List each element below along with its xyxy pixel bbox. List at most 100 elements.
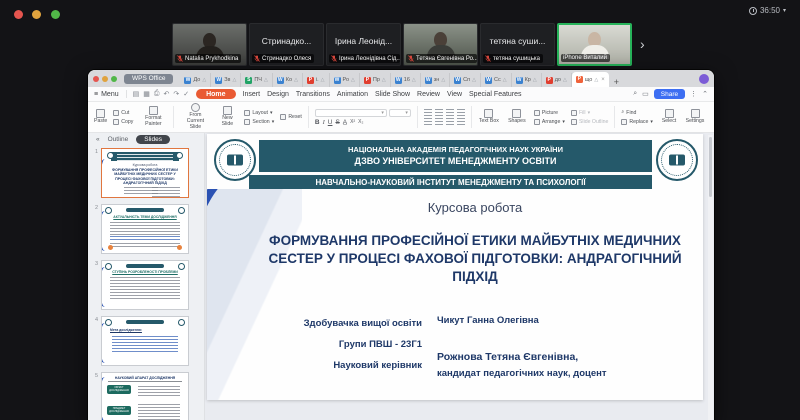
- document-tab[interactable]: Pдо△: [542, 73, 572, 87]
- superscript-button[interactable]: X²: [350, 119, 355, 125]
- italic-button[interactable]: I: [323, 119, 325, 126]
- participant-tile[interactable]: тетяна суши... тетяна сушицька: [480, 23, 555, 66]
- tab-transitions[interactable]: Transitions: [296, 91, 330, 98]
- tab-slides[interactable]: Slides: [136, 135, 170, 144]
- document-tab[interactable]: W16△: [391, 73, 421, 87]
- participant-tile[interactable]: Тетяна Євгенівна Ро...: [403, 23, 478, 66]
- print-icon[interactable]: ⎙: [154, 90, 160, 98]
- layout-button[interactable]: Layout ▾: [244, 110, 274, 116]
- participant-tile[interactable]: Ірина Леонід... Ірина Леонідівна Сід...: [326, 23, 401, 66]
- settings-button[interactable]: Settings: [685, 109, 705, 125]
- document-tab[interactable]: WКо△: [273, 73, 303, 87]
- tab-slide-show[interactable]: Slide Show: [375, 91, 410, 98]
- minimize-button[interactable]: [32, 10, 41, 19]
- tab-animation[interactable]: Animation: [337, 91, 368, 98]
- reset-button[interactable]: Reset: [280, 114, 302, 120]
- search-icon[interactable]: ⌕: [633, 90, 637, 98]
- justify-button[interactable]: [457, 118, 465, 125]
- participant-tile-active-speaker[interactable]: iPhone Виталий: [557, 23, 632, 66]
- collapse-ribbon-icon[interactable]: ⌃: [702, 90, 708, 98]
- section-button[interactable]: Section ▾: [244, 119, 274, 125]
- tab-outline[interactable]: Outline: [108, 136, 129, 143]
- chevron-down-icon: ▾: [783, 7, 786, 14]
- tab-design[interactable]: Design: [267, 91, 289, 98]
- strikethrough-button[interactable]: S: [335, 119, 339, 126]
- slide-thumbnail-4[interactable]: Мета дослідження:: [101, 316, 189, 366]
- tab-review[interactable]: Review: [417, 91, 440, 98]
- header-university-line: ДЗВО УНІВЕРСИТЕТ МЕНЕДЖМЕНТУ ОСВІТИ: [259, 156, 652, 166]
- account-avatar[interactable]: [699, 74, 709, 84]
- select-button[interactable]: Select: [659, 109, 679, 125]
- share-button[interactable]: Share: [654, 89, 685, 99]
- font-family-select[interactable]: ▾: [315, 109, 387, 117]
- increase-indent-button[interactable]: [457, 109, 465, 116]
- picture-button[interactable]: Picture: [534, 110, 565, 116]
- close-button[interactable]: [14, 10, 23, 19]
- replace-button[interactable]: Replace ▾: [621, 119, 653, 125]
- menu-button[interactable]: ≡Menu: [94, 91, 119, 98]
- font-color-button[interactable]: A̲: [343, 119, 347, 126]
- close-tab-icon[interactable]: ×: [601, 77, 605, 83]
- slide-thumbnail-3[interactable]: СТУПІНЬ РОЗРОБЛЕНОСТІ ПРОБЛЕМИ: [101, 260, 189, 310]
- document-tab[interactable]: WРо△: [330, 73, 360, 87]
- next-participants-button[interactable]: ›: [640, 36, 645, 52]
- cut-button[interactable]: Cut: [113, 110, 133, 116]
- document-tab[interactable]: Pі.△: [303, 73, 330, 87]
- underline-button[interactable]: U: [328, 119, 333, 126]
- maximize-button[interactable]: [51, 10, 60, 19]
- spellcheck-icon[interactable]: ✓: [183, 90, 189, 98]
- wps-close-button[interactable]: [93, 76, 99, 82]
- document-tab[interactable]: WЗв△: [211, 73, 241, 87]
- find-button[interactable]: ⌕Find: [621, 109, 653, 116]
- slide-thumbnail-1-selected[interactable]: Курсова робота ФОРМУВАННЯ ПРОФЕСІЙНОЇ ЕТ…: [101, 148, 189, 198]
- tab-view[interactable]: View: [447, 91, 462, 98]
- bullets-button[interactable]: [424, 109, 432, 116]
- align-left-button[interactable]: [424, 118, 432, 125]
- open-icon[interactable]: ▤: [133, 90, 140, 98]
- redo-icon[interactable]: ↷: [173, 90, 179, 98]
- participant-tile[interactable]: Natalia Prykhodkina: [172, 23, 247, 66]
- from-current-slide-button[interactable]: From Current Slide: [180, 103, 210, 130]
- document-tab[interactable]: SПЧ△: [241, 73, 272, 87]
- document-tab[interactable]: WКр△: [512, 73, 542, 87]
- fill-button[interactable]: Fill ▾: [571, 110, 608, 116]
- document-tab[interactable]: WСп△: [450, 73, 481, 87]
- canvas-scrollbar[interactable]: [708, 135, 713, 420]
- subscript-button[interactable]: X₂: [358, 119, 363, 125]
- collapse-panel-icon[interactable]: «: [96, 136, 100, 143]
- new-slide-button[interactable]: New Slide: [216, 106, 238, 127]
- format-painter-button[interactable]: Format Painter: [139, 106, 167, 127]
- document-tab[interactable]: PПр△: [360, 73, 391, 87]
- text-box-button[interactable]: Text Box: [478, 109, 500, 125]
- wps-minimize-button[interactable]: [102, 76, 108, 82]
- tab-home[interactable]: Home: [196, 89, 235, 99]
- copy-button[interactable]: Copy: [113, 119, 133, 125]
- document-tab-active[interactable]: Pщо△×: [572, 72, 609, 87]
- align-center-button[interactable]: [435, 118, 443, 125]
- paste-button[interactable]: Paste: [94, 109, 107, 125]
- wps-maximize-button[interactable]: [111, 76, 117, 82]
- new-tab-button[interactable]: +: [609, 77, 624, 87]
- align-right-button[interactable]: [446, 118, 454, 125]
- bold-button[interactable]: B: [315, 119, 320, 126]
- decrease-indent-button[interactable]: [446, 109, 454, 116]
- more-options-icon[interactable]: ⋮: [690, 90, 697, 98]
- slide-thumbnail-2[interactable]: АКТУАЛЬНІСТЬ ТЕМИ ДОСЛІДЖЕННЯ: [101, 204, 189, 254]
- tab-insert[interactable]: Insert: [243, 91, 261, 98]
- document-tab[interactable]: Wзн△: [421, 73, 450, 87]
- save-icon[interactable]: ▦: [143, 90, 150, 98]
- current-slide[interactable]: НАЦІОНАЛЬНА АКАДЕМІЯ ПЕДАГОГІЧНИХ НАУК У…: [207, 134, 703, 400]
- slide-thumbnail-5[interactable]: НАУКОВИЙ АПАРАТ ДОСЛІДЖЕННЯ ОБ'ЄКТ ДОСЛІ…: [101, 372, 189, 420]
- arrange-button[interactable]: Arrange ▾: [534, 119, 565, 125]
- document-tab[interactable]: WСс△: [481, 73, 512, 87]
- screen-share-icon[interactable]: ▭: [642, 90, 649, 98]
- undo-icon[interactable]: ↶: [163, 90, 169, 98]
- font-size-select[interactable]: ▾: [389, 109, 411, 117]
- wps-home-button[interactable]: WPS Office: [124, 74, 173, 84]
- numbering-button[interactable]: [435, 109, 443, 116]
- document-tab[interactable]: WДо△: [180, 73, 211, 87]
- participant-tile[interactable]: Стринадко... Стринадко Олеся: [249, 23, 324, 66]
- tab-special-features[interactable]: Special Features: [469, 91, 522, 98]
- slide-outline-button[interactable]: Slide Outline: [571, 119, 608, 125]
- shapes-button[interactable]: Shapes: [506, 109, 528, 125]
